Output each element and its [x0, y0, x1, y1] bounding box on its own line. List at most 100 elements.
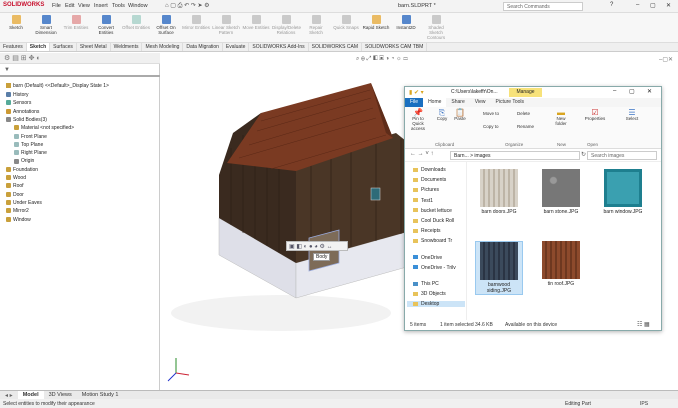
- refresh-icon[interactable]: ↻: [581, 151, 586, 158]
- tool-quick-snaps[interactable]: Quick Snaps: [332, 13, 360, 30]
- quick-access-toolbar[interactable]: ⌂ ▢ ⎙ ↶ ↷ ➤ ⚙: [165, 2, 275, 11]
- menu-view[interactable]: View: [78, 3, 90, 9]
- tab-features[interactable]: Features: [0, 43, 27, 51]
- menu-edit[interactable]: Edit: [65, 3, 74, 9]
- minimize-icon[interactable]: –: [636, 2, 639, 8]
- file-tin-roof-jpg[interactable]: tin roof.JPG: [537, 241, 585, 287]
- nav-item-onedrive-trilv[interactable]: OneDrive - Trilv: [413, 265, 456, 271]
- tool-repair-sketch[interactable]: Repair Sketch: [302, 13, 330, 35]
- view-toggle-icons[interactable]: ☷ ▦: [637, 321, 650, 328]
- address-bar[interactable]: Barn... > images: [450, 151, 580, 160]
- tree-item-origin[interactable]: Origin: [14, 158, 34, 165]
- tree-item-foundation[interactable]: Foundation: [6, 167, 38, 174]
- tree-root[interactable]: barn (Default) <<Default>_Display State …: [6, 83, 109, 89]
- nav-item-downloads[interactable]: Downloads: [413, 167, 446, 173]
- tool-shaded-sketch-contours[interactable]: Shaded Sketch Contours: [422, 13, 450, 40]
- explorer-close-icon[interactable]: ✕: [647, 88, 652, 95]
- tab-data-migration[interactable]: Data Migration: [183, 43, 223, 51]
- scroll-tabs-icon[interactable]: ◂ ▸: [0, 391, 18, 399]
- delete-button[interactable]: Delete: [517, 111, 545, 116]
- tree-item-material-not-specified[interactable]: Material <not specified>: [14, 125, 74, 132]
- nav-item-documents[interactable]: Documents: [413, 177, 446, 183]
- tool-mirror-entities[interactable]: Mirror Entities: [182, 13, 210, 30]
- nav-item-test1[interactable]: Test1: [413, 198, 433, 204]
- tree-item-door[interactable]: Door: [6, 192, 24, 199]
- tab-mesh-modeling[interactable]: Mesh Modeling: [142, 43, 184, 51]
- nav-item-pictures[interactable]: Pictures: [413, 187, 439, 193]
- file-barn-doors-jpg[interactable]: barn doors.JPG: [475, 169, 523, 215]
- tree-item-solid-bodies-3[interactable]: Solid Bodies(3): [6, 117, 47, 124]
- tab-evaluate[interactable]: Evaluate: [223, 43, 250, 51]
- filter-icon[interactable]: ▼: [4, 67, 10, 73]
- copy-button[interactable]: ⎘ Copy: [435, 109, 449, 122]
- close-icon[interactable]: ✕: [666, 2, 671, 9]
- tree-item-front-plane[interactable]: Front Plane: [14, 134, 47, 141]
- tab-model[interactable]: Model: [17, 391, 44, 399]
- search-commands-input[interactable]: Search Commands: [503, 2, 583, 11]
- properties-button[interactable]: ☑ Properties: [583, 109, 607, 122]
- nav-item-3d-objects[interactable]: 3D Objects: [413, 291, 446, 297]
- explorer-tab-view[interactable]: View: [470, 98, 491, 107]
- manage-tab[interactable]: Manage: [509, 88, 542, 97]
- maximize-icon[interactable]: ▢: [650, 2, 656, 9]
- tab-surfaces[interactable]: Surfaces: [50, 43, 77, 51]
- context-toolbar[interactable]: ▣ ◧ ◐ ● ◕ ⚙ ↔: [286, 241, 348, 251]
- file-barn-window-jpg[interactable]: barn window.JPG: [599, 169, 647, 215]
- explorer-tab-home[interactable]: Home: [423, 98, 447, 107]
- tool-rapid-sketch[interactable]: Rapid Sketch: [362, 13, 390, 30]
- tab-sketch[interactable]: Sketch: [26, 43, 51, 51]
- paste-button[interactable]: 📋 Paste: [453, 109, 467, 122]
- tree-tabs-icons[interactable]: ⚙ ▤ ⊞ ✥ ◐: [4, 54, 41, 62]
- explorer-minimize-icon[interactable]: –: [613, 88, 616, 94]
- tab-solidworks-cam[interactable]: SOLIDWORKS CAM: [309, 43, 363, 51]
- tab-weldments[interactable]: Weldments: [111, 43, 143, 51]
- nav-item-bucket-lettuce[interactable]: bucket lettuce: [413, 208, 452, 214]
- help-icon[interactable]: ?: [610, 2, 613, 8]
- tree-item-mirror2[interactable]: Mirror2: [6, 208, 29, 215]
- context-toolbar-icons[interactable]: ▣ ◧ ◐ ● ◕ ⚙ ↔: [289, 243, 333, 250]
- nav-item-onedrive[interactable]: OneDrive: [413, 255, 442, 261]
- file-barnwood-siding-jpg[interactable]: barnwood siding.JPG: [475, 241, 523, 295]
- tab-sheet-metal[interactable]: Sheet Metal: [77, 43, 111, 51]
- tool-smart-dimension[interactable]: Smart Dimension: [32, 13, 60, 35]
- tree-item-top-plane[interactable]: Top Plane: [14, 142, 43, 149]
- explorer-maximize-icon[interactable]: ▢: [629, 88, 635, 95]
- tab-solidworks-cam-tbm[interactable]: SOLIDWORKS CAM TBM: [362, 43, 428, 51]
- select-button[interactable]: ☰ Select: [623, 109, 641, 122]
- menu-window[interactable]: Window: [128, 3, 148, 9]
- nav-item-receipts[interactable]: Receipts: [413, 228, 440, 234]
- tree-item-window[interactable]: Window: [6, 217, 31, 224]
- nav-item-snowboard-tr[interactable]: Snowboard Tr: [413, 238, 452, 244]
- tree-item-history[interactable]: History: [6, 92, 29, 99]
- tool-linear-sketch-pattern[interactable]: Linear Sketch Pattern: [212, 13, 240, 35]
- status-units[interactable]: IPS: [640, 401, 648, 407]
- nav-item-desktop[interactable]: Desktop: [407, 301, 465, 308]
- tab-3d-views[interactable]: 3D Views: [44, 391, 77, 399]
- menu-tools[interactable]: Tools: [112, 3, 125, 9]
- pin-quick-access-button[interactable]: 📌 Pin to Quick access: [407, 109, 429, 132]
- nav-arrows-icon[interactable]: ← → ˅ ↑: [410, 151, 434, 157]
- copy-to-button[interactable]: Copy to: [483, 124, 511, 129]
- tree-item-wood[interactable]: Wood: [6, 175, 26, 182]
- tab-solidworks-add-ins[interactable]: SOLIDWORKS Add-Ins: [249, 43, 309, 51]
- rename-button[interactable]: Rename: [517, 124, 545, 129]
- move-to-button[interactable]: Move to: [483, 111, 511, 116]
- tree-item-annotations[interactable]: Annotations: [6, 109, 39, 116]
- tree-toolbar[interactable]: ⚙ ▤ ⊞ ✥ ◐: [0, 53, 160, 64]
- nav-item-cool-duck-roll[interactable]: Cool Duck Roll: [413, 218, 454, 224]
- menu-file[interactable]: File: [52, 3, 61, 9]
- tool-display-delete-relations[interactable]: Display/Delete Relations: [272, 13, 301, 35]
- new-folder-button[interactable]: ▬ New folder: [551, 109, 571, 127]
- explorer-tab-share[interactable]: Share: [446, 98, 469, 107]
- tab-motion-study[interactable]: Motion Study 1: [77, 391, 124, 399]
- tool-offset-entities[interactable]: Offset Entities: [122, 13, 150, 30]
- tree-item-right-plane[interactable]: Right Plane: [14, 150, 47, 157]
- explorer-tab-file[interactable]: File: [405, 98, 424, 107]
- explorer-tab-picture-tools[interactable]: Picture Tools: [491, 98, 530, 107]
- nav-item-this-pc[interactable]: This PC: [413, 281, 439, 287]
- window[interactable]: [370, 187, 381, 201]
- tree-item-under-eaves[interactable]: Under Eaves: [6, 200, 42, 207]
- tree-item-sensors[interactable]: Sensors: [6, 100, 31, 107]
- tool-move-entities[interactable]: Move Entities: [242, 13, 270, 30]
- tool-offset-on-surface[interactable]: Offset On Surface: [152, 13, 180, 35]
